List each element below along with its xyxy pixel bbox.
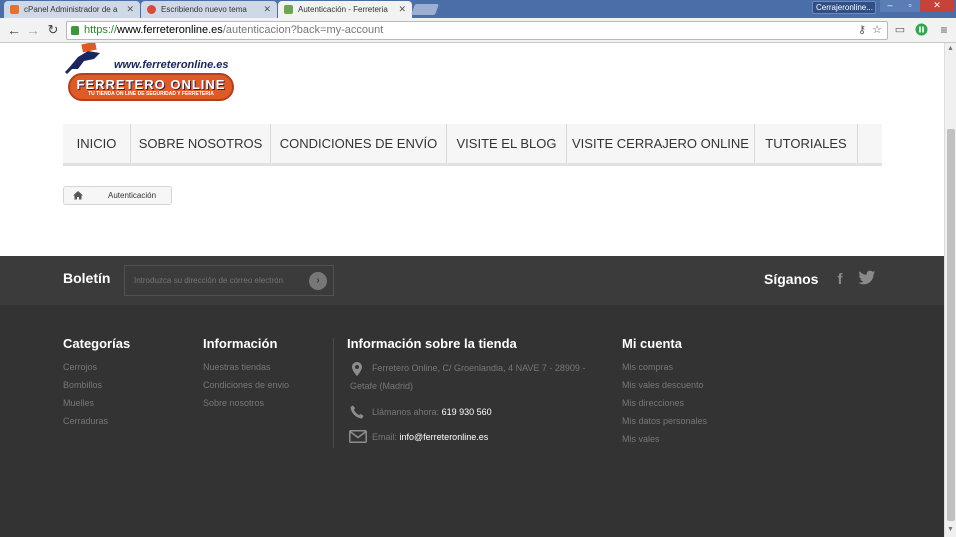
lock-icon	[71, 26, 79, 35]
tab-title: Autenticación - Ferreteria	[298, 5, 388, 14]
site-logo[interactable]: www.ferreteronline.es FERRETERO ONLINE T…	[64, 43, 238, 103]
footer-link-bombillos[interactable]: Bombillos	[63, 380, 102, 390]
footer-link-mis-datos-personales[interactable]: Mis datos personales	[622, 416, 707, 426]
close-tab-icon[interactable]: ✕	[398, 4, 406, 15]
footer-link-cerraduras[interactable]: Cerraduras	[63, 416, 108, 426]
logo-badge: FERRETERO ONLINE TU TIENDA ON LINE DE SE…	[68, 73, 234, 101]
newsletter-email-input[interactable]	[124, 265, 334, 296]
main-navigation: Inicio Sobre Nosotros Condiciones de env…	[63, 124, 882, 166]
tab-title: Escribiendo nuevo tema	[161, 5, 247, 14]
footer-divider	[333, 338, 334, 448]
nav-item-blog[interactable]: Visite el Blog	[447, 124, 567, 163]
close-window-icon[interactable]: ✕	[920, 0, 954, 12]
store-email-row: Email: info@ferreteronline.es	[372, 432, 488, 442]
footer-link-sobre-nosotros[interactable]: Sobre nosotros	[203, 398, 264, 408]
store-email-link[interactable]: info@ferreteronline.es	[400, 432, 489, 442]
cpanel-favicon-icon	[10, 5, 19, 14]
tab-strip: cPanel Administrador de a ✕ Escribiendo …	[0, 0, 956, 18]
scrollbar-thumb[interactable]	[947, 129, 955, 521]
store-phone-label: Llámanos ahora:	[372, 407, 440, 417]
breadcrumb-home[interactable]	[64, 186, 99, 205]
footer-link-mis-vales[interactable]: Mis vales	[622, 434, 660, 444]
nav-item-sobre-nosotros[interactable]: Sobre Nosotros	[131, 124, 271, 163]
tab-autenticacion[interactable]: Autenticación - Ferreteria ✕	[278, 1, 412, 18]
facebook-icon[interactable]: f	[830, 270, 850, 290]
new-tab-button[interactable]	[410, 4, 440, 15]
nav-item-cerrajero-online[interactable]: Visite Cerrajero Online	[567, 124, 755, 163]
tab-cpanel[interactable]: cPanel Administrador de a ✕	[4, 1, 140, 18]
maximize-icon[interactable]: ▫	[900, 0, 920, 12]
tab-escribiendo[interactable]: Escribiendo nuevo tema ✕	[141, 1, 277, 18]
logo-url-text: www.ferreteronline.es	[114, 59, 229, 71]
page-scrollbar[interactable]: ▲ ▼	[944, 43, 956, 537]
footer-link-condiciones-envio[interactable]: Condiciones de envio	[203, 380, 289, 390]
footer-link-muelles[interactable]: Muelles	[63, 398, 94, 408]
cast-icon[interactable]: ▭	[893, 23, 907, 37]
footer-account-title: Mi cuenta	[622, 336, 682, 351]
footer-link-mis-compras[interactable]: Mis compras	[622, 362, 673, 372]
scroll-up-arrow-icon[interactable]: ▲	[947, 45, 954, 52]
phone-icon	[348, 405, 366, 419]
footer-link-nuestras-tiendas[interactable]: Nuestras tiendas	[203, 362, 271, 372]
envelope-icon	[349, 430, 367, 444]
nav-item-tutoriales[interactable]: Tutoriales	[755, 124, 858, 163]
logo-name: FERRETERO ONLINE	[76, 77, 226, 92]
profile-button[interactable]: Cerrajeronline...	[812, 1, 876, 14]
close-tab-icon[interactable]: ✕	[263, 4, 271, 15]
twitter-icon[interactable]	[857, 270, 877, 290]
back-arrow-icon[interactable]: ←	[6, 22, 22, 38]
store-phone-row: Llámanos ahora: 619 930 560	[372, 407, 492, 417]
browser-window: cPanel Administrador de a ✕ Escribiendo …	[0, 0, 956, 537]
close-tab-icon[interactable]: ✕	[126, 4, 134, 15]
follow-us-title: Síganos	[764, 271, 819, 287]
bookmark-star-icon[interactable]: ☆	[870, 23, 884, 37]
runner-mascot-icon	[64, 43, 100, 75]
ferreteria-favicon-icon	[284, 5, 293, 14]
arrow-right-circle-icon[interactable]: ›	[309, 272, 327, 290]
browser-toolbar: ← → ↻ https://www.ferreteronline.es/aute…	[0, 18, 956, 43]
nav-item-condiciones-envio[interactable]: Condiciones de envío	[271, 124, 447, 163]
store-address-line2: Getafe (Madrid)	[350, 381, 414, 391]
footer-store-title: Información sobre la tienda	[347, 336, 517, 351]
store-phone-number[interactable]: 619 930 560	[442, 407, 492, 417]
url-path: /autenticacion?back=my-account	[222, 24, 384, 36]
url-host: www.ferreteronline.es	[117, 24, 223, 36]
footer-link-mis-vales-descuento[interactable]: Mis vales descuento	[622, 380, 704, 390]
logo-tagline: TU TIENDA ON LINE DE SEGURIDAD Y FERRETE…	[88, 91, 214, 97]
page-content: www.ferreteronline.es FERRETERO ONLINE T…	[0, 43, 944, 537]
home-icon	[73, 186, 99, 205]
store-email-label: Email:	[372, 432, 398, 442]
breadcrumb: Autenticación	[63, 186, 172, 205]
newsletter-title: Boletín	[63, 270, 111, 286]
url-scheme: https://	[84, 24, 118, 36]
forward-arrow-icon[interactable]: →	[25, 22, 41, 38]
tab-title: cPanel Administrador de a	[24, 5, 118, 14]
key-icon[interactable]: ⚷	[855, 23, 869, 37]
nav-item-inicio[interactable]: Inicio	[63, 124, 131, 163]
scroll-down-arrow-icon[interactable]: ▼	[947, 526, 954, 533]
site-footer: Categorías Cerrojos Bombillos Muelles Ce…	[0, 305, 944, 537]
map-marker-icon	[348, 362, 366, 376]
footer-information-title: Información	[203, 336, 278, 351]
site-favicon-icon	[147, 5, 156, 14]
minimize-icon[interactable]: –	[880, 0, 900, 12]
menu-icon[interactable]: ≡	[937, 23, 951, 37]
reload-icon[interactable]: ↻	[45, 22, 61, 38]
extension-icon[interactable]	[914, 23, 928, 37]
newsletter-bar: Boletín › Síganos f	[0, 256, 944, 305]
footer-link-mis-direcciones[interactable]: Mis direcciones	[622, 398, 684, 408]
store-address-line1: Ferretero Online, C/ Groenlandia, 4 NAVE…	[372, 363, 586, 373]
footer-link-cerrojos[interactable]: Cerrojos	[63, 362, 97, 372]
breadcrumb-current: Autenticación	[108, 191, 157, 200]
address-bar[interactable]: https://www.ferreteronline.es/autenticac…	[66, 21, 888, 40]
footer-categories-title: Categorías	[63, 336, 131, 351]
